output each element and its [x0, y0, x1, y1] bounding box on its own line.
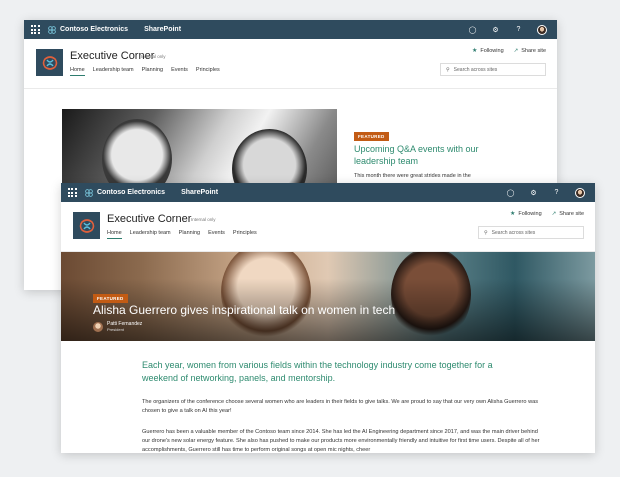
nav-home[interactable]: Home [107, 230, 122, 239]
search-placeholder: Search across sites [491, 229, 536, 236]
contoso-logo-icon [48, 25, 56, 34]
contoso-logo-icon [85, 188, 93, 197]
site-logo[interactable] [73, 212, 100, 239]
nav-planning[interactable]: Planning [142, 67, 163, 76]
help-icon[interactable]: ? [552, 188, 561, 197]
search-input[interactable]: ⚲ Search across sites [478, 226, 584, 239]
app-launcher-icon[interactable] [24, 20, 46, 39]
app-launcher-icon[interactable] [61, 183, 83, 202]
suite-bar: Contoso Electronics SharePoint ◯ ⚙ ? [61, 183, 595, 202]
site-header: Executive Corner Internal only Home Lead… [24, 39, 557, 89]
featured-tag-label: FEATURED [354, 132, 389, 141]
app-name[interactable]: SharePoint [181, 189, 218, 196]
internal-badge: Internal only [141, 54, 166, 59]
author-byline[interactable]: Patti Fernandez President [93, 321, 142, 332]
brand[interactable]: Contoso Electronics [46, 25, 129, 34]
hero-banner[interactable]: FEATURED Alisha Guerrero gives inspirati… [61, 252, 595, 341]
app-name[interactable]: SharePoint [144, 26, 181, 33]
article-lead: Each year, women from various fields wit… [142, 360, 493, 383]
nav-leadership-team[interactable]: Leadership team [130, 230, 171, 239]
share-icon: ↗ [513, 47, 519, 54]
nav-principles[interactable]: Principles [196, 67, 220, 76]
share-icon: ↗ [551, 210, 557, 217]
internal-badge: Internal only [191, 217, 216, 222]
follow-label: Following [480, 48, 504, 54]
star-icon: ★ [510, 211, 516, 217]
user-avatar[interactable] [575, 187, 585, 198]
user-avatar[interactable] [537, 24, 547, 35]
nav-principles[interactable]: Principles [233, 230, 257, 239]
article-paragraph: The organizers of the conference choose … [142, 399, 539, 414]
site-logo-icon [79, 218, 94, 233]
bell-icon[interactable]: ◯ [506, 188, 515, 197]
search-icon: ⚲ [446, 66, 450, 73]
search-icon: ⚲ [484, 229, 488, 236]
brand[interactable]: Contoso Electronics [83, 188, 166, 197]
nav-planning[interactable]: Planning [179, 230, 200, 239]
article-title: Alisha Guerrero gives inspirational talk… [93, 303, 396, 317]
share-site-button[interactable]: ↗ Share site [552, 211, 584, 217]
site-logo-icon [42, 55, 57, 70]
suite-bar: Contoso Electronics SharePoint ◯ ⚙ ? [24, 20, 557, 39]
brand-name: Contoso Electronics [60, 26, 129, 33]
follow-label: Following [518, 211, 542, 217]
search-input[interactable]: ⚲ Search across sites [440, 63, 546, 76]
bell-icon[interactable]: ◯ [468, 25, 477, 34]
nav-events[interactable]: Events [208, 230, 225, 239]
brand-name: Contoso Electronics [97, 189, 166, 196]
site-actions: ★ Following ↗ Share site [472, 47, 546, 55]
gear-icon[interactable]: ⚙ [529, 188, 538, 197]
nav-leadership-team[interactable]: Leadership team [93, 67, 134, 76]
follow-button[interactable]: ★ Following [510, 210, 542, 217]
featured-tag-label: FEATURED [93, 294, 128, 303]
nav-home[interactable]: Home [70, 67, 85, 76]
share-site-button[interactable]: ↗ Share site [514, 48, 546, 54]
site-actions: ★ Following ↗ Share site [510, 210, 584, 218]
featured-tag: FEATURED [354, 125, 389, 143]
site-nav: Home Leadership team Planning Events Pri… [107, 230, 257, 239]
site-logo[interactable] [36, 49, 63, 76]
search-placeholder: Search across sites [453, 66, 498, 73]
site-title[interactable]: Executive Corner [107, 213, 191, 225]
help-icon[interactable]: ? [514, 25, 523, 34]
article-snippet: This month there were great strides made… [354, 173, 471, 179]
article-headline[interactable]: Upcoming Q&A events with our leadership … [354, 143, 514, 167]
star-icon: ★ [472, 48, 478, 54]
author-avatar [93, 321, 103, 332]
article-paragraph: Guerrero has been a valuable member of t… [142, 429, 540, 452]
site-header: Executive Corner Internal only Home Lead… [61, 202, 595, 252]
author-role: President [107, 327, 124, 332]
site-nav: Home Leadership team Planning Events Pri… [70, 67, 220, 76]
gear-icon[interactable]: ⚙ [491, 25, 500, 34]
share-label: Share site [559, 210, 584, 217]
follow-button[interactable]: ★ Following [472, 47, 504, 54]
nav-events[interactable]: Events [171, 67, 188, 76]
share-label: Share site [521, 47, 546, 54]
